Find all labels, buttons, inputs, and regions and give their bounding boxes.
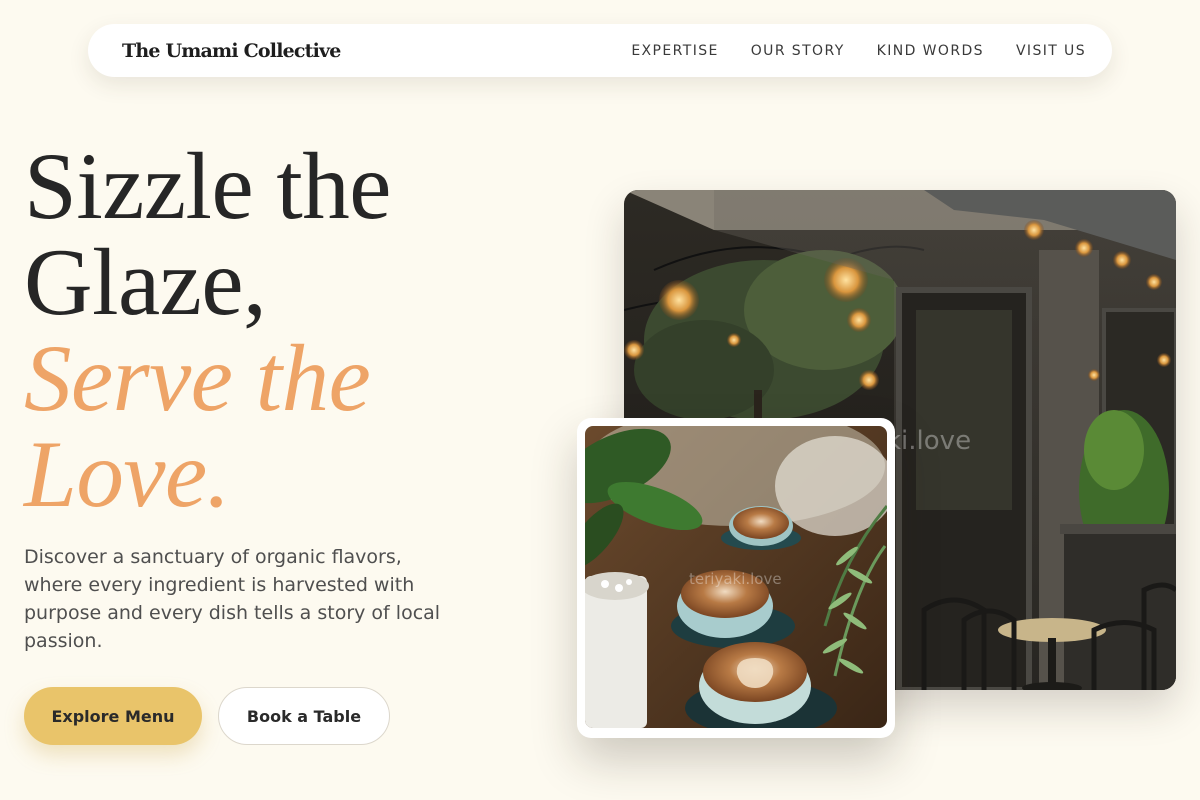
- headline-line-2: Glaze,: [24, 229, 267, 335]
- coffee-photo: teriyaki.love: [585, 426, 887, 728]
- nav-link-visit-us[interactable]: VISIT US: [1016, 43, 1086, 59]
- explore-menu-button[interactable]: Explore Menu: [24, 687, 202, 745]
- nav-links: EXPERTISE OUR STORY KIND WORDS VISIT US: [631, 43, 1086, 59]
- main-photo-watermark: ki.love: [886, 426, 972, 456]
- nav-link-expertise[interactable]: EXPERTISE: [631, 43, 718, 59]
- top-nav: The Umami Collective EXPERTISE OUR STORY…: [88, 24, 1112, 77]
- coffee-photo-watermark: teriyaki.love: [689, 570, 782, 588]
- headline-line-4: Love.: [24, 421, 230, 527]
- hero-headline: Sizzle the Glaze, Serve the Love.: [24, 138, 391, 522]
- headline-line-3: Serve the: [24, 325, 371, 431]
- brand-logo[interactable]: The Umami Collective: [122, 40, 341, 62]
- book-table-button[interactable]: Book a Table: [218, 687, 390, 745]
- coffee-photo-card: teriyaki.love: [577, 418, 895, 738]
- headline-line-1: Sizzle the: [24, 133, 391, 239]
- nav-link-kind-words[interactable]: KIND WORDS: [877, 43, 984, 59]
- nav-link-our-story[interactable]: OUR STORY: [751, 43, 845, 59]
- hero-description: Discover a sanctuary of organic flavors,…: [24, 546, 441, 652]
